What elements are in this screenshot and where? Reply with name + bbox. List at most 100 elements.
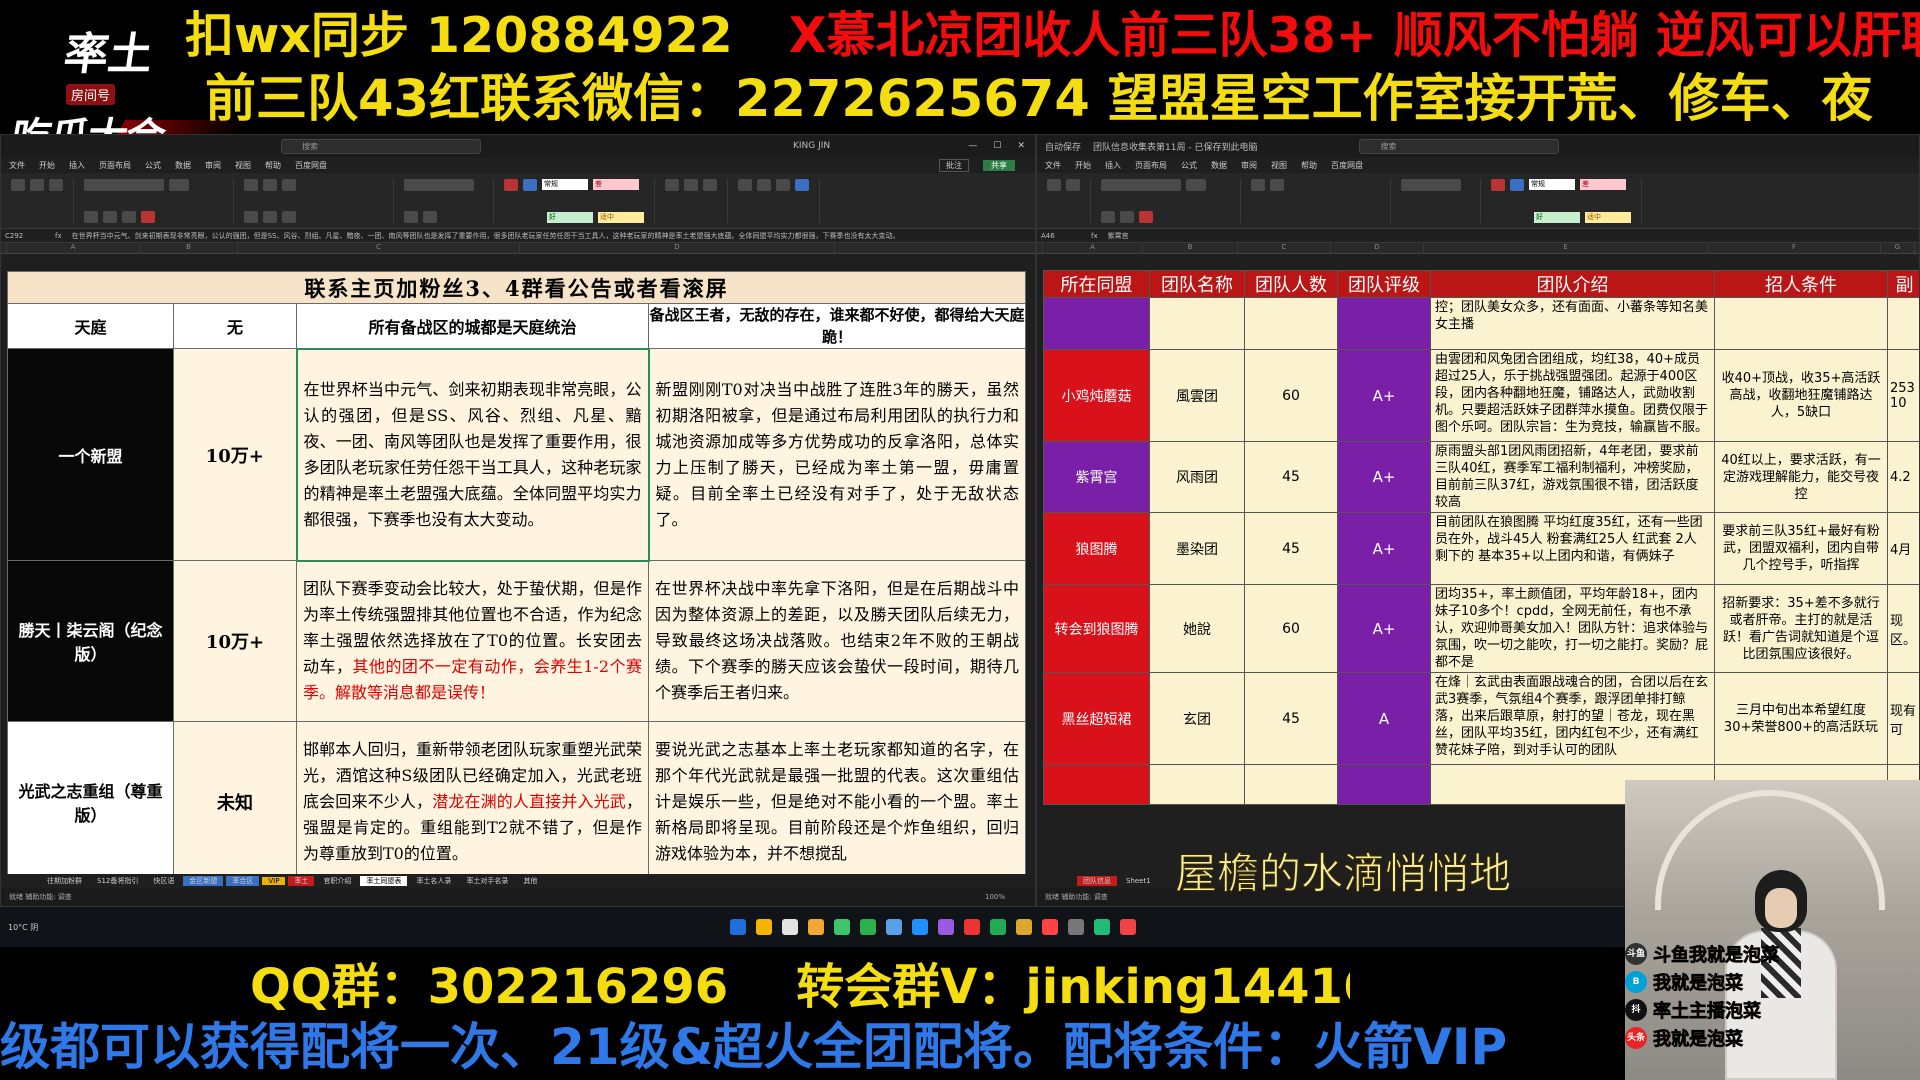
team-name-cell[interactable]: 风雨团 — [1149, 441, 1245, 513]
menu-home[interactable]: 开始 — [1075, 160, 1091, 171]
team-name-cell[interactable]: 玄团 — [1149, 672, 1245, 765]
style-good[interactable]: 好 — [547, 212, 593, 223]
taskbar-app-icon[interactable] — [1120, 919, 1136, 935]
extra-cell[interactable]: 4.2 — [1887, 441, 1919, 513]
header-cell[interactable]: 所在同盟 — [1043, 270, 1150, 298]
extra-cell[interactable] — [1887, 297, 1919, 350]
align-top-icon[interactable] — [244, 179, 258, 191]
cut-icon[interactable] — [30, 179, 44, 191]
col-header-c[interactable]: C — [238, 243, 520, 253]
analyze-icon[interactable] — [795, 179, 809, 191]
description-cell[interactable]: 团队下赛季变动会比较大，处于蛰伏期，但是作为率土传统强盟排其他位置也不合适，作为… — [296, 560, 649, 722]
underline-icon[interactable] — [122, 211, 136, 223]
menu-review[interactable]: 审阅 — [205, 160, 221, 171]
col-header-b[interactable]: B — [140, 243, 238, 253]
style-neutral[interactable]: 适中 — [1585, 212, 1631, 223]
recruit-cell[interactable] — [1714, 297, 1888, 350]
menu-data[interactable]: 数据 — [175, 160, 191, 171]
menu-formulas[interactable]: 公式 — [145, 160, 161, 171]
italic-icon[interactable] — [103, 211, 117, 223]
extra-cell[interactable]: 现 区。 — [1887, 584, 1919, 673]
sheet-tab[interactable]: 率土 — [288, 876, 315, 886]
team-size-cell[interactable] — [1244, 764, 1338, 805]
conditional-format-icon[interactable] — [504, 179, 518, 191]
header-cell[interactable]: 招人条件 — [1714, 270, 1888, 298]
sheet-tab[interactable]: 快区语 — [147, 876, 180, 886]
font-size-select[interactable] — [1186, 179, 1206, 191]
sheet-tab[interactable]: VIP — [262, 877, 286, 885]
sheet-tab-active[interactable]: 团队信息 — [1077, 876, 1117, 886]
font-color-icon[interactable] — [141, 211, 155, 223]
intro-cell[interactable]: 目前团队在狼图腾 平均红度35红，还有一些团员在外，战斗45人 粉套满红25人 … — [1430, 512, 1715, 585]
team-name-cell[interactable]: 風雲团 — [1149, 349, 1245, 442]
extra-cell[interactable]: 253 10 — [1887, 349, 1919, 442]
table-banner[interactable]: 联系主页加粉丝3、4群看公告或者看滚屏 — [6, 271, 1027, 304]
menu-data[interactable]: 数据 — [1211, 160, 1227, 171]
search-input[interactable]: 搜索 — [281, 138, 481, 154]
recruit-cell[interactable]: 要求前三队35红+最好有粉武，团盟双福利，团内自带几个控号手，听指挥 — [1714, 512, 1888, 585]
style-neutral[interactable]: 适中 — [598, 212, 644, 223]
number-format-select[interactable] — [404, 179, 474, 191]
name-box[interactable]: A46 — [1041, 232, 1081, 240]
recruit-cell[interactable]: 收40+顶战，收35+高活跃高战，收翻地狂魔铺路达人，5缺口 — [1714, 349, 1888, 442]
sheet-tab[interactable]: Sheet1 — [1120, 877, 1157, 885]
alliance-cell[interactable]: 转会到狼图腾 — [1043, 584, 1150, 673]
style-bad[interactable]: 差 — [1580, 179, 1626, 190]
team-size-cell[interactable]: 45 — [1244, 441, 1338, 513]
sheet-tab[interactable]: 率合区 — [226, 876, 260, 886]
formula-input[interactable]: 紫霄宫 — [1108, 231, 1129, 241]
description-cell[interactable]: 在世界杯当中元气、剑来初期表现非常亮眼，公认的强团，但是SS、风谷、烈组、凡星、… — [295, 347, 650, 562]
menu-page-layout[interactable]: 页面布局 — [99, 160, 131, 171]
rating-cell[interactable] — [1337, 297, 1431, 350]
menu-formulas[interactable]: 公式 — [1181, 160, 1197, 171]
alliance-cell[interactable]: 狼图腾 — [1043, 512, 1150, 585]
comment-button[interactable]: 批注 — [939, 158, 969, 172]
sheet-tab[interactable]: 率土对手名录 — [460, 876, 514, 886]
header-cell[interactable]: 所有备战区的城都是天庭统治 — [296, 303, 649, 349]
name-box[interactable]: C292 — [5, 232, 45, 240]
table-format-icon[interactable] — [523, 179, 537, 191]
menu-file[interactable]: 文件 — [1045, 160, 1061, 171]
style-normal[interactable]: 常规 — [542, 179, 588, 190]
close-icon[interactable]: ✕ — [1017, 141, 1025, 151]
col-header-d[interactable]: D — [520, 243, 835, 253]
menu-review[interactable]: 审阅 — [1241, 160, 1257, 171]
style-good[interactable]: 好 — [1534, 212, 1580, 223]
taskbar-app-icon[interactable] — [808, 919, 824, 935]
font-size-select[interactable] — [169, 179, 189, 191]
merge-icon[interactable] — [1270, 179, 1284, 191]
style-bad[interactable]: 差 — [593, 179, 639, 190]
header-cell[interactable]: 副 — [1887, 270, 1919, 298]
conditional-format-icon[interactable] — [1491, 179, 1505, 191]
taskbar-app-icon[interactable] — [886, 919, 902, 935]
rating-cell[interactable]: A+ — [1337, 441, 1431, 513]
menu-help[interactable]: 帮助 — [265, 160, 281, 171]
header-cell[interactable]: 团队评级 — [1337, 270, 1431, 298]
sheet-tab[interactable]: S12备将指引 — [91, 876, 144, 886]
format-cells-icon[interactable] — [703, 179, 717, 191]
autosave-toggle[interactable]: 自动保存 — [1045, 140, 1081, 153]
table-format-icon[interactable] — [1510, 179, 1524, 191]
rating-cell[interactable]: A+ — [1337, 512, 1431, 585]
menu-file[interactable]: 文件 — [9, 160, 25, 171]
alliance-name-cell[interactable]: 勝天丨柒云阁（纪念版） — [7, 560, 174, 722]
comment-cell[interactable]: 新盟刚刚T0对决当中战胜了连胜3年的勝天，虽然初期洛阳被拿，但是通过布局利用团队… — [647, 348, 1027, 561]
delete-cells-icon[interactable] — [684, 179, 698, 191]
merge-icon[interactable] — [282, 211, 296, 223]
taskbar-app-icon[interactable] — [964, 919, 980, 935]
team-name-cell[interactable]: 墨染团 — [1149, 512, 1245, 585]
insert-cells-icon[interactable] — [665, 179, 679, 191]
amount-cell[interactable]: 10万+ — [173, 560, 297, 722]
taskbar-app-icon[interactable] — [860, 919, 876, 935]
bold-icon[interactable] — [84, 211, 98, 223]
align-left-icon[interactable] — [244, 211, 258, 223]
sheet-tab[interactable]: 率土名人录 — [410, 876, 457, 886]
share-button[interactable]: 共享 — [983, 159, 1015, 171]
sheet-tab[interactable]: 金区新盟 — [183, 876, 224, 886]
copy-icon[interactable] — [49, 179, 63, 191]
bold-icon[interactable] — [1101, 211, 1115, 223]
alliance-cell[interactable] — [1043, 297, 1150, 350]
recruit-cell[interactable]: 40红以上，要求活跃，有一定游戏理解能力，能交号夜控 — [1714, 441, 1888, 513]
team-size-cell[interactable]: 45 — [1244, 672, 1338, 765]
sort-filter-icon[interactable] — [757, 179, 771, 191]
